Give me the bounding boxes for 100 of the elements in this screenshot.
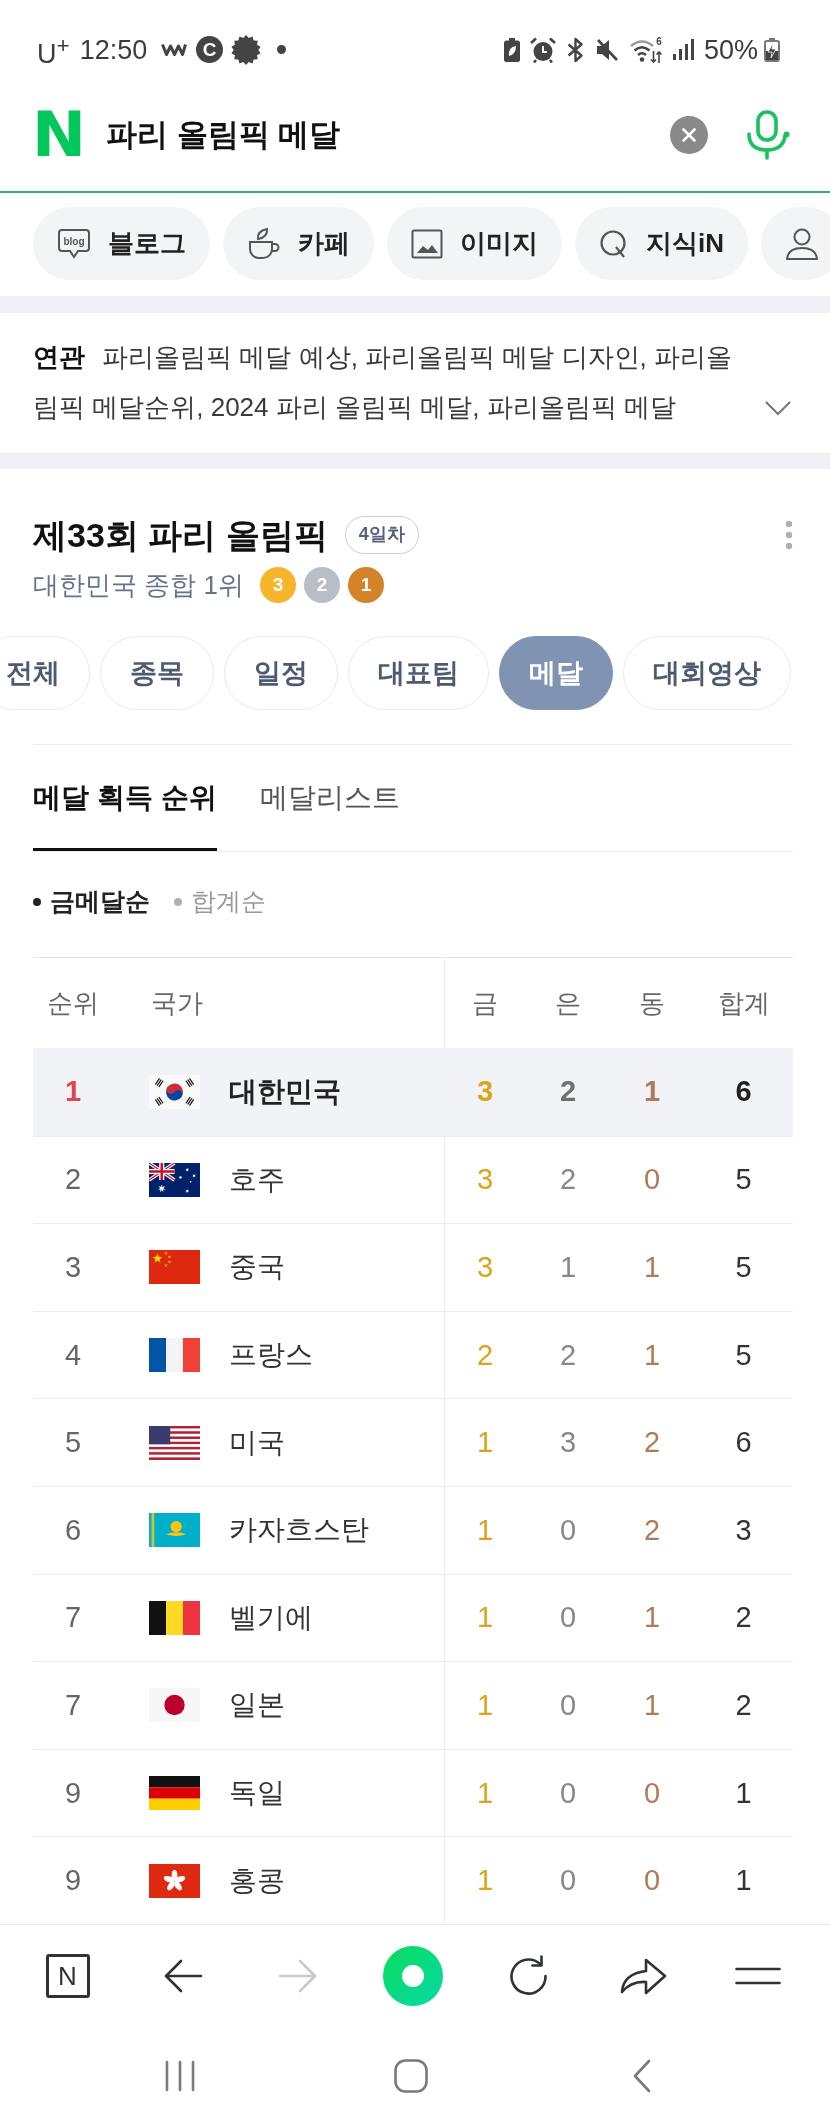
rank-cell: 4 — [64, 1338, 82, 1372]
profile-chip[interactable] — [761, 207, 830, 280]
second-place-count: 1 — [559, 1251, 577, 1284]
microphone-icon[interactable] — [744, 110, 790, 160]
country-name: 독일 — [229, 1776, 285, 1811]
bluetooth-icon — [565, 36, 585, 63]
first-place-count: 3 — [476, 1075, 494, 1109]
second-place-count: 0 — [559, 1864, 577, 1898]
country-name: 대한민국 — [229, 1074, 341, 1109]
total-count: 1 — [735, 1864, 752, 1898]
tab[interactable]: 대회영상 — [623, 636, 791, 710]
chevron-down-icon[interactable] — [764, 400, 792, 416]
total-count: 5 — [735, 1163, 752, 1197]
category-chip[interactable]: 이미지 — [387, 207, 562, 280]
rank-cell: 7 — [64, 1688, 82, 1722]
country-name: 벨기에 — [229, 1600, 313, 1635]
first-place-count: 3 — [476, 1163, 494, 1197]
rank-cell: 9 — [64, 1864, 82, 1898]
third-place-count: 1 — [643, 1601, 661, 1635]
second-place-count: 0 — [559, 1776, 577, 1810]
clear-button[interactable] — [670, 116, 708, 154]
carrier-label: U$^{+}$ — [37, 31, 70, 70]
home-icon[interactable] — [393, 2059, 428, 2093]
australia-flag-icon — [149, 1162, 200, 1197]
total-count: 6 — [735, 1075, 752, 1109]
total-count: 5 — [735, 1338, 752, 1372]
wave-icon — [161, 43, 188, 56]
category-chip[interactable]: 카페 — [223, 207, 374, 280]
tab[interactable]: 일정 — [224, 636, 338, 710]
third-place-count: 1 — [643, 1251, 661, 1284]
sort-option[interactable]: 금메달순 — [33, 885, 150, 918]
first-place-count: 2 — [476, 1338, 494, 1372]
battery-charging-icon — [764, 37, 780, 62]
third-place-count: 0 — [643, 1864, 661, 1898]
total-count: 2 — [735, 1688, 752, 1722]
second-place-count: 0 — [559, 1601, 577, 1635]
country-name: 미국 — [229, 1425, 285, 1460]
usa-flag-icon — [149, 1425, 200, 1460]
close-icon — [682, 128, 696, 142]
country-name: 프랑스 — [229, 1338, 313, 1373]
third-place-count: 1 — [643, 1688, 661, 1722]
third-place-count: 0 — [643, 1776, 661, 1810]
belgium-flag-icon — [149, 1600, 200, 1635]
back-arrow-icon[interactable] — [162, 1957, 203, 1994]
rank-cell: 2 — [64, 1163, 82, 1197]
second-place-count: 2 — [559, 1075, 577, 1109]
total-count: 6 — [735, 1426, 752, 1460]
first-place-count: 1 — [476, 1513, 494, 1547]
search-icon — [599, 228, 629, 259]
country-name: 중국 — [229, 1250, 285, 1285]
n-square-icon[interactable]: N — [45, 1953, 90, 1998]
second-place-count: 3 — [559, 1426, 577, 1460]
third-place-count: 2 — [643, 1426, 661, 1460]
subtab[interactable]: 메달리스트 — [259, 745, 400, 851]
first-place-count: 1 — [476, 1776, 494, 1810]
medal-count-badge: 2 — [303, 567, 340, 603]
total-count: 5 — [735, 1251, 752, 1284]
first-place-count: 1 — [476, 1864, 494, 1898]
hong-kong-flag-icon — [149, 1863, 200, 1898]
signal-icon — [672, 39, 694, 60]
country-name: 호주 — [229, 1162, 285, 1197]
battery-leaf-icon — [503, 37, 520, 62]
menu-icon[interactable] — [734, 1966, 781, 1985]
tab[interactable]: 전체 — [0, 636, 90, 710]
subtab[interactable]: 메달 획득 순위 — [33, 745, 217, 851]
search-field[interactable]: 파리 올림픽 메달 — [106, 113, 670, 157]
second-place-count: 2 — [559, 1338, 577, 1372]
more-icon[interactable] — [785, 520, 793, 550]
third-place-count: 0 — [643, 1163, 661, 1197]
third-place-count: 2 — [643, 1513, 661, 1547]
total-count: 1 — [735, 1776, 752, 1810]
battery-percent: 50% — [703, 33, 758, 66]
app-badge-icon: C — [196, 36, 224, 63]
second-place-count: 0 — [559, 1513, 577, 1547]
mute-icon — [594, 37, 619, 62]
back-icon[interactable] — [631, 2059, 652, 2093]
total-count: 2 — [735, 1601, 752, 1635]
rank-cell: 6 — [64, 1513, 82, 1547]
tab[interactable]: 대표팀 — [348, 636, 489, 710]
dot-icon — [277, 45, 287, 54]
second-place-count: 2 — [559, 1163, 577, 1197]
medal-count-badge: 3 — [259, 567, 296, 603]
cup-icon — [247, 226, 281, 261]
image-icon — [411, 228, 443, 259]
china-flag-icon — [149, 1250, 200, 1285]
person-icon — [785, 226, 819, 261]
column-header: 은 — [555, 986, 581, 1020]
category-chip[interactable]: blog 블로그 — [33, 207, 210, 280]
column-header: 국가 — [150, 986, 203, 1020]
clock-time: 12:50 — [79, 33, 148, 66]
recent-apps-icon[interactable] — [164, 2060, 195, 2092]
third-place-count: 1 — [643, 1338, 661, 1372]
column-header: 합계 — [717, 986, 770, 1020]
first-place-count: 1 — [476, 1688, 494, 1722]
category-chip[interactable]: 지식iN — [575, 207, 748, 280]
third-place-count: 1 — [643, 1075, 661, 1109]
country-name: 일본 — [229, 1688, 285, 1723]
tab[interactable]: 종목 — [100, 636, 214, 710]
germany-flag-icon — [149, 1776, 200, 1811]
first-place-count: 1 — [476, 1426, 494, 1460]
